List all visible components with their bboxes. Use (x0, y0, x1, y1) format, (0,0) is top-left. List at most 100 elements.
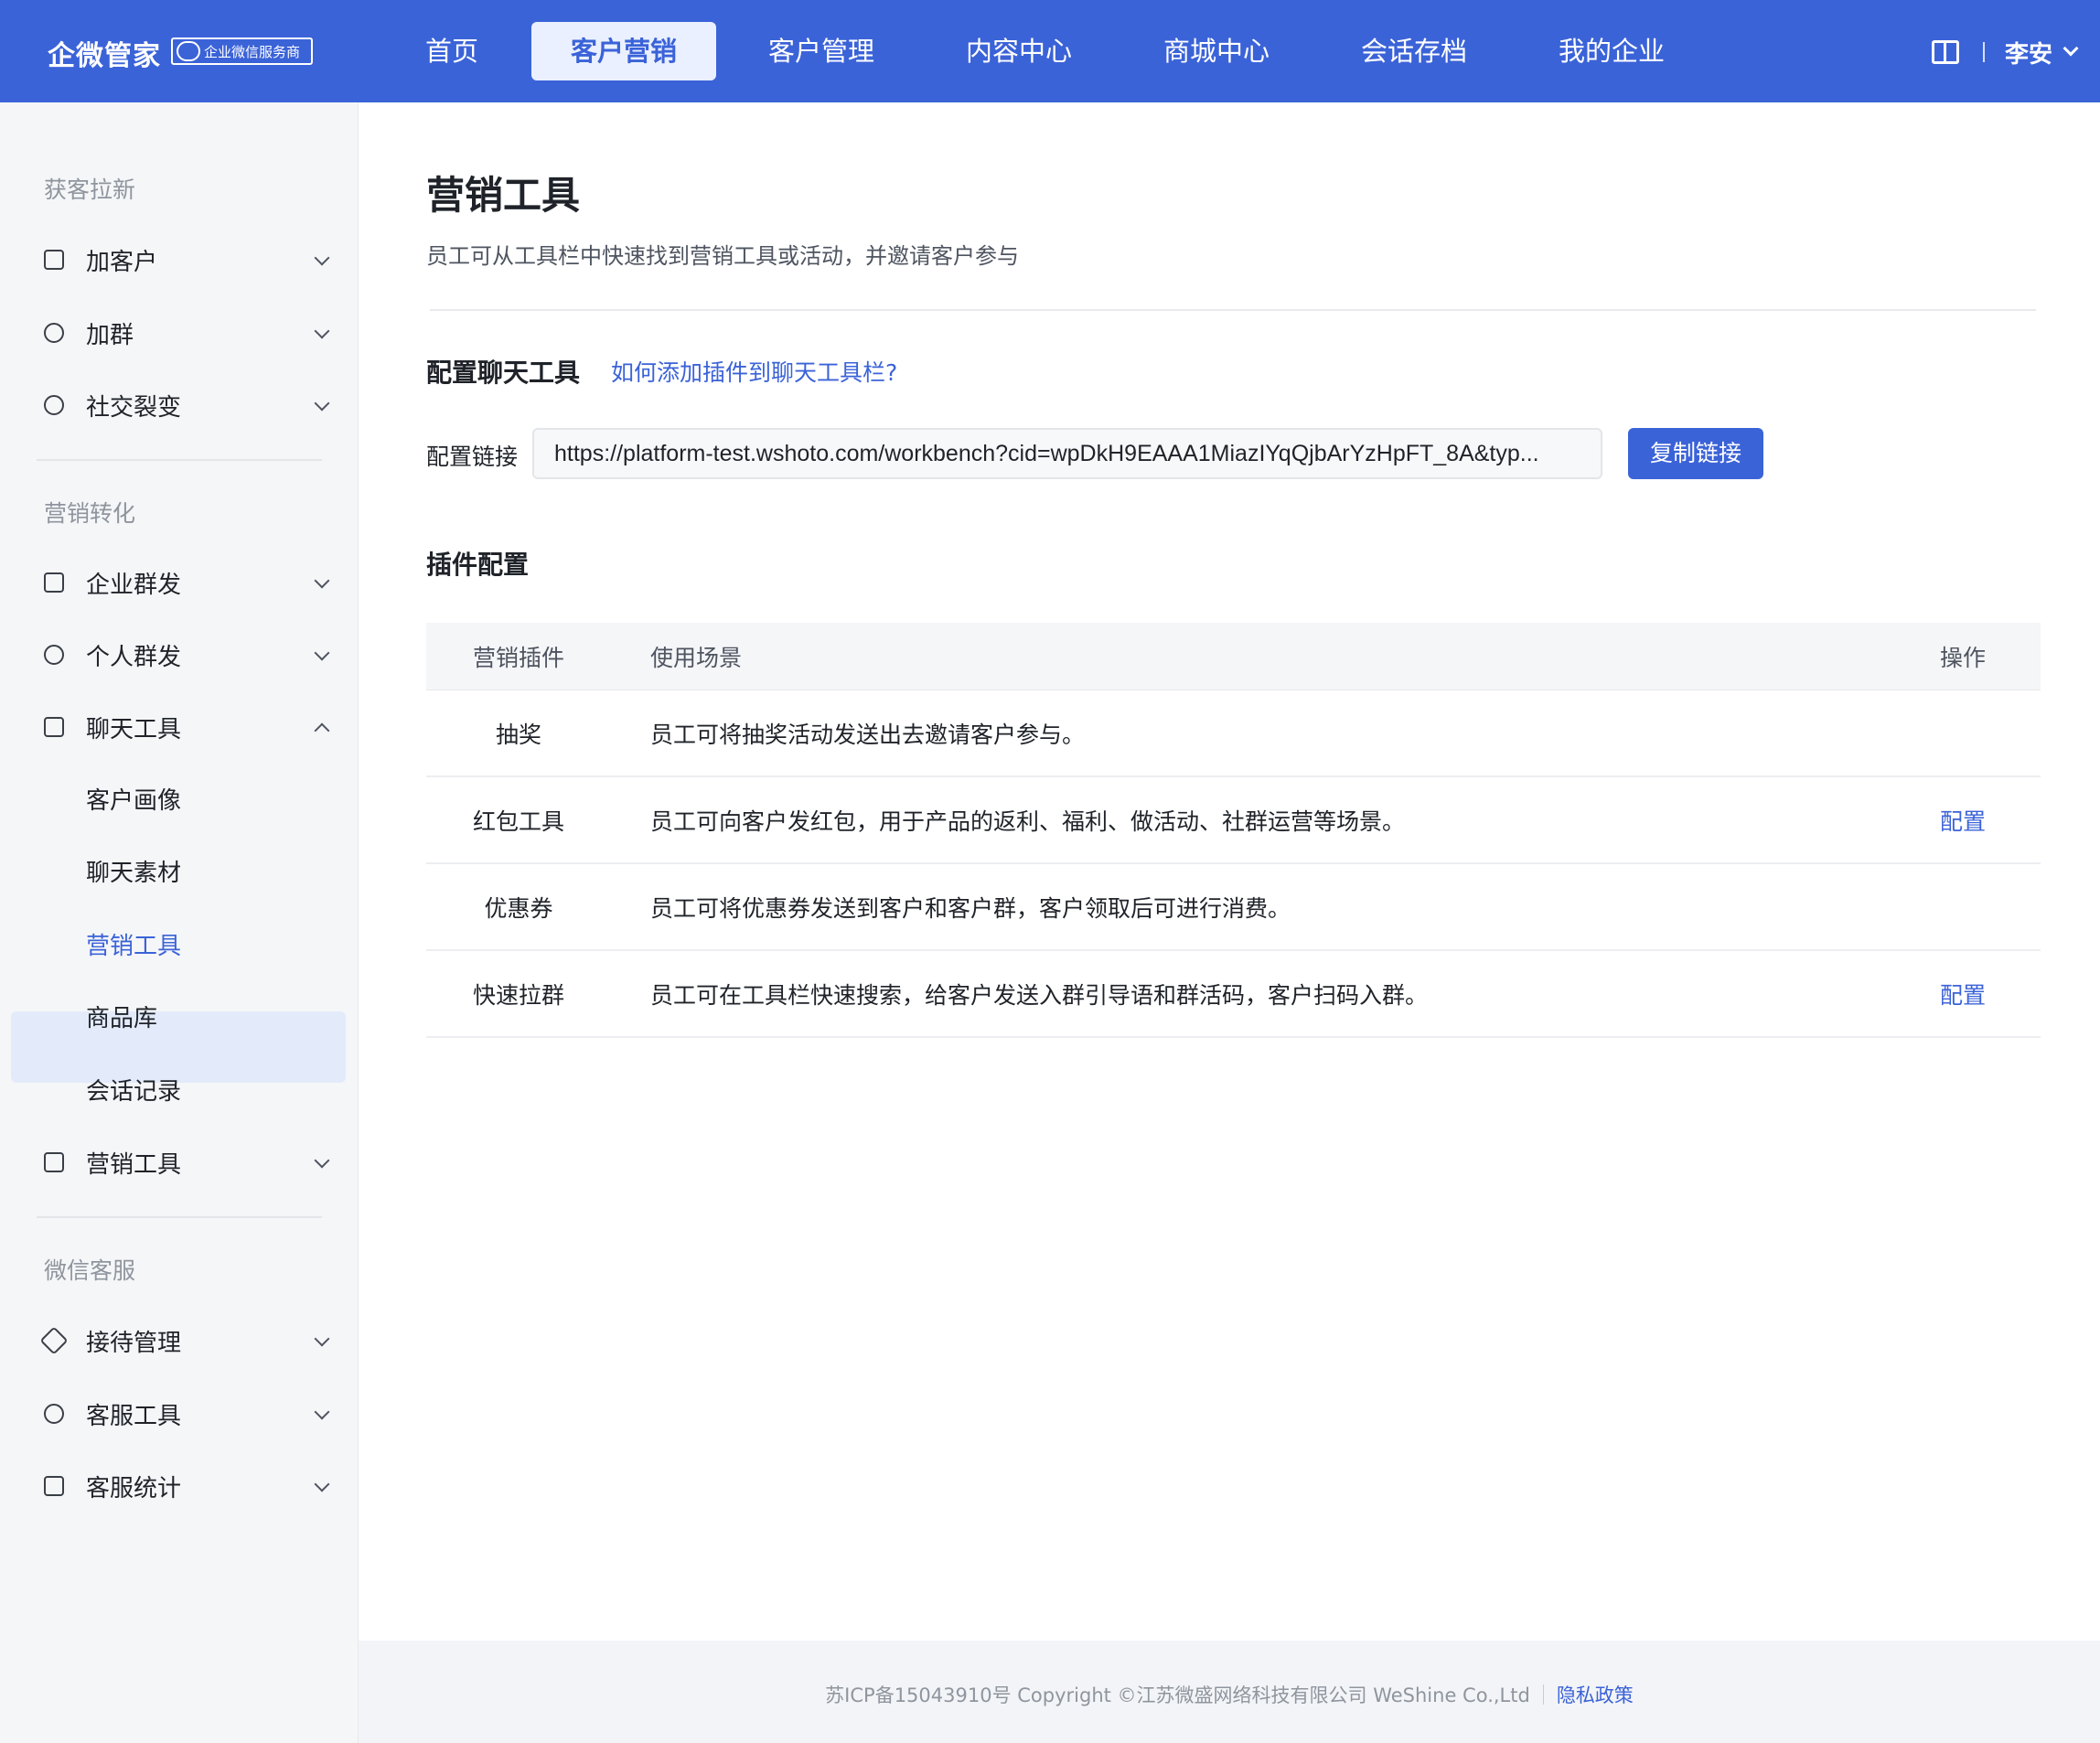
user-name[interactable]: 李安 (2005, 36, 2052, 70)
brand-logo[interactable]: 企微管家 (48, 33, 161, 73)
sidebar-item-service-tools[interactable]: 客服工具 (44, 1395, 330, 1432)
chevron-down-icon[interactable] (2062, 40, 2079, 57)
sidebar-subitem-marketing-tools[interactable]: 营销工具 (86, 927, 181, 961)
header-scenario: 使用场景 (650, 644, 743, 671)
sidebar-divider (37, 1216, 322, 1218)
sidebar-item-social-fission[interactable]: 社交裂变 (44, 387, 330, 423)
badge-label: 企业微信服务商 (204, 43, 301, 60)
plugin-name: 抽奖 (495, 721, 541, 748)
sidebar-item-label: 客服工具 (86, 1402, 182, 1430)
sidebar-item-label: 加群 (86, 321, 134, 349)
plugin-description: 员工可将抽奖活动发送出去邀请客户参与。 (650, 721, 1086, 748)
plugin-description: 员工可在工具栏快速搜索，给客户发送入群引导语和群活码，客户扫码入群。 (650, 981, 1429, 1009)
plugin-description: 员工可向客户发红包，用于产品的返利、福利、做活动、社群运营等场景。 (650, 807, 1406, 835)
sidebar-subitem-product-library[interactable]: 商品库 (86, 1000, 157, 1033)
table-row: 优惠券 员工可将优惠券发送到客户和客户群，客户领取后可进行消费。 (426, 864, 2041, 951)
plugin-name: 优惠券 (484, 894, 553, 922)
user-add-icon (44, 323, 64, 343)
chevron-down-icon (314, 1476, 330, 1492)
sidebar-item-service-stats[interactable]: 客服统计 (44, 1468, 330, 1504)
wecom-icon (177, 41, 200, 61)
top-navbar: 企微管家 企业微信服务商 首页 客户营销 客户管理 内容中心 商城中心 会话存档… (0, 0, 2100, 102)
chevron-down-icon (314, 395, 330, 412)
headset-icon (44, 1404, 64, 1424)
divider (430, 309, 2036, 311)
plugin-name: 红包工具 (472, 807, 564, 835)
footer: 苏ICP备15043910号 Copyright ©江苏微盛网络科技有限公司 W… (359, 1641, 2100, 1743)
sidebar-item-label: 社交裂变 (86, 393, 182, 422)
sidebar-subitem-session-records[interactable]: 会话记录 (86, 1073, 181, 1107)
user-area: 李安 (1931, 36, 2079, 70)
sidebar-item-add-customer[interactable]: 加客户 (44, 241, 330, 278)
plugin-name: 快速拉群 (472, 981, 564, 1009)
sidebar-item-label: 接待管理 (86, 1329, 182, 1357)
config-link-input[interactable]: https://platform-test.wshoto.com/workben… (532, 428, 1602, 479)
nav-session-archive[interactable]: 会话存档 (1348, 22, 1480, 80)
section-title-plugin-config: 插件配置 (426, 550, 530, 580)
apps-icon (44, 250, 64, 270)
sidebar-group-acquire: 获客拉新 (44, 176, 136, 203)
person-send-icon (44, 645, 64, 665)
sidebar-item-reception-management[interactable]: 接待管理 (39, 1322, 330, 1359)
chevron-down-icon (314, 645, 330, 661)
sidebar-item-label: 加客户 (86, 248, 158, 276)
header-plugin: 营销插件 (472, 644, 564, 671)
sidebar-item-label: 营销工具 (86, 1150, 182, 1179)
configure-link[interactable]: 配置 (1926, 804, 1999, 837)
book-icon[interactable] (1931, 40, 1959, 64)
sidebar-group-wechat-service: 微信客服 (44, 1257, 136, 1284)
nav-home[interactable]: 首页 (408, 22, 496, 80)
section-title-chat-tool-config: 配置聊天工具 (426, 358, 581, 388)
chevron-up-icon (314, 722, 330, 739)
plugin-description: 员工可将优惠券发送到客户和客户群，客户领取后可进行消费。 (650, 894, 1291, 922)
table-row: 快速拉群 员工可在工具栏快速搜索，给客户发送入群引导语和群活码，客户扫码入群。 … (426, 951, 2041, 1038)
sidebar-divider (37, 459, 322, 461)
sidebar-item-label: 聊天工具 (86, 715, 182, 743)
nav-my-enterprise[interactable]: 我的企业 (1546, 22, 1677, 80)
sidebar-subitem-chat-material[interactable]: 聊天素材 (86, 854, 181, 888)
chevron-down-icon (314, 323, 330, 339)
configure-link[interactable]: 配置 (1926, 978, 1999, 1011)
nav-customer-marketing[interactable]: 客户营销 (531, 22, 716, 80)
share-icon (44, 395, 64, 415)
divider (1982, 42, 1985, 62)
sidebar-subitem-customer-profile[interactable]: 客户画像 (86, 782, 181, 816)
table-row: 红包工具 员工可向客户发红包，用于产品的返利、福利、做活动、社群运营等场景。 配… (426, 777, 2041, 864)
sidebar-item-add-group[interactable]: 加群 (44, 315, 330, 351)
nav-mall-center[interactable]: 商城中心 (1151, 22, 1282, 80)
mass-send-icon (44, 572, 64, 593)
service-provider-badge: 企业微信服务商 (171, 37, 313, 65)
help-link[interactable]: 如何添加插件到聊天工具栏? (611, 355, 897, 388)
copyright-text: 苏ICP备15043910号 Copyright ©江苏微盛网络科技有限公司 W… (825, 1684, 1530, 1706)
page-description: 员工可从工具栏中快速找到营销工具或活动，并邀请客户参与 (426, 243, 1019, 269)
chevron-down-icon (314, 250, 330, 266)
nav-content-center[interactable]: 内容中心 (953, 22, 1085, 80)
sidebar-item-chat-tools[interactable]: 聊天工具 (44, 709, 330, 745)
chevron-down-icon (314, 1152, 330, 1169)
divider (1542, 1684, 1544, 1705)
privacy-policy-link[interactable]: 隐私政策 (1557, 1681, 1634, 1708)
config-link-label: 配置链接 (426, 444, 519, 470)
main-content: 营销工具 员工可从工具栏中快速找到营销工具或活动，并邀请客户参与 配置聊天工具 … (359, 102, 2100, 1641)
chart-icon (44, 1152, 64, 1172)
sidebar-item-personal-mass-send[interactable]: 个人群发 (44, 636, 330, 673)
table-header: 营销插件 使用场景 操作 (426, 623, 2041, 690)
sidebar-item-marketing-tools[interactable]: 营销工具 (44, 1144, 330, 1181)
header-action: 操作 (1939, 644, 1986, 671)
chevron-down-icon (314, 1331, 330, 1347)
plugin-table: 营销插件 使用场景 操作 抽奖 员工可将抽奖活动发送出去邀请客户参与。 红包工具… (426, 623, 2041, 1038)
sidebar: 获客拉新 加客户 加群 社交裂变 营销转化 企业群发 个人群发 聊天工具 客户画… (0, 102, 359, 1743)
sidebar-item-enterprise-mass-send[interactable]: 企业群发 (44, 564, 330, 601)
bar-chart-icon (44, 1476, 64, 1496)
table-row: 抽奖 员工可将抽奖活动发送出去邀请客户参与。 (426, 690, 2041, 777)
chevron-down-icon (314, 1404, 330, 1420)
chevron-down-icon (314, 572, 330, 589)
diamond-icon (39, 1326, 69, 1355)
copy-link-button[interactable]: 复制链接 (1628, 428, 1763, 479)
chat-icon (44, 717, 64, 737)
sidebar-item-label: 企业群发 (86, 571, 182, 599)
nav-customer-management[interactable]: 客户管理 (755, 22, 887, 80)
sidebar-item-label: 客服统计 (86, 1474, 182, 1502)
sidebar-group-conversion: 营销转化 (44, 500, 136, 527)
sidebar-item-label: 个人群发 (86, 643, 182, 671)
